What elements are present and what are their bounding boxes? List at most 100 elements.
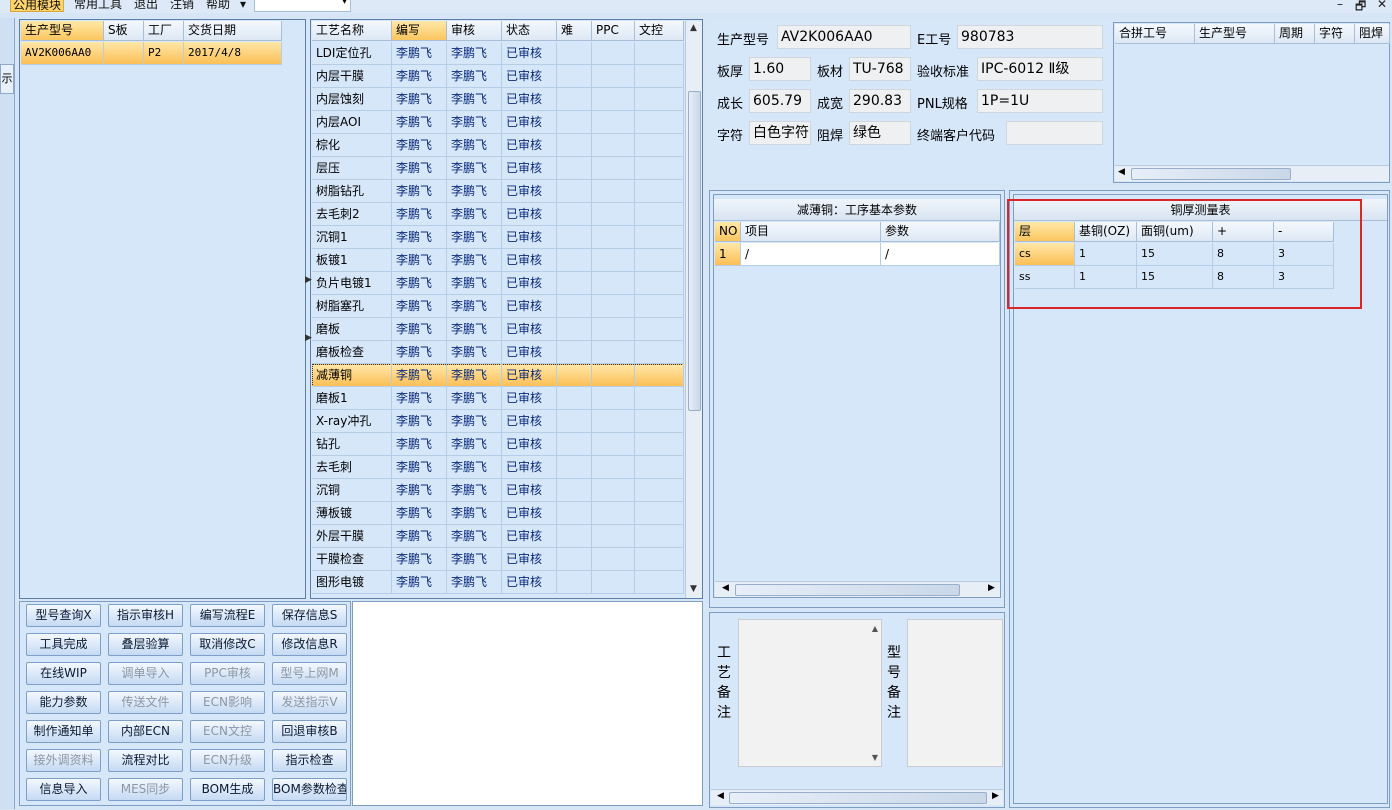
column-header[interactable]: 阻焊 (1355, 24, 1390, 44)
table-cell[interactable]: 1 (715, 243, 741, 266)
table-cell[interactable] (592, 387, 635, 410)
process-table-scrollbar[interactable]: ▲ ▼ (685, 21, 702, 598)
table-cell[interactable]: 李鹏飞 (447, 157, 502, 180)
action-button[interactable]: 在线WIP (26, 662, 101, 685)
table-cell[interactable] (635, 42, 684, 65)
table-cell[interactable] (635, 272, 684, 295)
action-button[interactable]: 型号查询X (26, 604, 101, 627)
scroll-down-icon[interactable]: ▼ (872, 753, 878, 762)
table-cell[interactable]: 已审核 (502, 502, 557, 525)
action-button[interactable]: 发送指示V (272, 691, 347, 714)
table-cell[interactable]: 李鹏飞 (447, 295, 502, 318)
restore-icon[interactable]: 🗗 (1355, 0, 1366, 18)
column-header[interactable]: 状态 (502, 21, 557, 41)
table-cell[interactable]: 李鹏飞 (392, 364, 447, 387)
menu-item[interactable]: 帮助 (204, 0, 232, 12)
scroll-left-icon[interactable]: ◀ (722, 583, 729, 593)
table-cell[interactable] (635, 502, 684, 525)
menu-item[interactable]: 常用工具 (72, 0, 124, 12)
column-header[interactable]: 文控 (635, 21, 684, 41)
table-cell[interactable]: 李鹏飞 (392, 111, 447, 134)
table-cell[interactable]: 李鹏飞 (392, 502, 447, 525)
menu-item[interactable]: 公用模块 (10, 0, 65, 12)
scroll-right-icon[interactable]: ▶ (988, 583, 995, 593)
table-cell[interactable]: 内层干膜 (312, 65, 392, 88)
table-cell[interactable]: 沉铜1 (312, 226, 392, 249)
table-cell[interactable] (557, 272, 592, 295)
table-cell[interactable]: 磨板 (312, 318, 392, 341)
table-cell[interactable]: 李鹏飞 (447, 318, 502, 341)
table-cell[interactable] (592, 410, 635, 433)
column-header[interactable]: 工艺名称 (312, 21, 392, 41)
table-cell[interactable]: X-ray冲孔 (312, 410, 392, 433)
table-cell[interactable]: 李鹏飞 (392, 456, 447, 479)
table-cell[interactable] (635, 456, 684, 479)
action-button[interactable]: 型号上网M (272, 662, 347, 685)
table-cell[interactable] (592, 111, 635, 134)
table-cell[interactable]: 李鹏飞 (447, 111, 502, 134)
table-cell[interactable] (635, 157, 684, 180)
action-button[interactable]: 流程对比 (108, 749, 183, 772)
table-cell[interactable] (557, 456, 592, 479)
table-cell[interactable] (557, 318, 592, 341)
table-cell[interactable] (557, 42, 592, 65)
action-button[interactable]: 编写流程E (190, 604, 265, 627)
splitter-right-icon[interactable]: ▶ (305, 333, 312, 343)
params-hscroll[interactable]: ◀ ▶ (715, 581, 1000, 597)
table-cell[interactable] (635, 65, 684, 88)
table-cell[interactable] (592, 226, 635, 249)
action-button[interactable]: 指示检查 (272, 749, 347, 772)
table-cell[interactable] (592, 249, 635, 272)
customer-field[interactable] (1006, 121, 1103, 145)
table-cell[interactable]: 已审核 (502, 456, 557, 479)
action-button[interactable]: BOM生成 (190, 778, 265, 801)
column-header[interactable]: NO (715, 222, 741, 242)
action-button[interactable]: 传送文件 (108, 691, 183, 714)
table-cell[interactable] (635, 387, 684, 410)
table-cell[interactable] (557, 157, 592, 180)
table-cell[interactable] (557, 65, 592, 88)
table-cell[interactable]: 已审核 (502, 433, 557, 456)
column-header[interactable]: PPC (592, 21, 635, 41)
table-cell[interactable]: 李鹏飞 (392, 433, 447, 456)
table-cell[interactable]: 已审核 (502, 42, 557, 65)
table-cell[interactable]: LDI定位孔 (312, 42, 392, 65)
action-button[interactable]: 调单导入 (108, 662, 183, 685)
table-cell[interactable] (635, 249, 684, 272)
table-cell[interactable]: 李鹏飞 (392, 295, 447, 318)
table-cell[interactable] (557, 364, 592, 387)
table-cell[interactable] (635, 111, 684, 134)
table-cell[interactable] (635, 525, 684, 548)
column-header[interactable]: 周期 (1275, 24, 1315, 44)
module-combo[interactable]: ▾ (254, 0, 351, 12)
table-cell[interactable] (592, 456, 635, 479)
action-button[interactable]: 信息导入 (26, 778, 101, 801)
table-cell[interactable] (557, 433, 592, 456)
scroll-thumb[interactable] (729, 792, 987, 804)
table-cell[interactable] (557, 249, 592, 272)
table-cell[interactable]: 李鹏飞 (392, 387, 447, 410)
table-cell[interactable]: 李鹏飞 (392, 318, 447, 341)
table-cell[interactable]: 李鹏飞 (392, 341, 447, 364)
table-cell[interactable] (557, 88, 592, 111)
table-cell[interactable]: 负片电镀1 (312, 272, 392, 295)
table-cell[interactable]: 李鹏飞 (447, 341, 502, 364)
table-cell[interactable] (592, 134, 635, 157)
table-cell[interactable] (635, 433, 684, 456)
model-remark-textarea[interactable] (907, 619, 1003, 767)
table-cell[interactable] (592, 272, 635, 295)
table-cell[interactable]: 树脂塞孔 (312, 295, 392, 318)
table-cell[interactable]: 已审核 (502, 134, 557, 157)
table-cell[interactable] (557, 548, 592, 571)
table-cell[interactable]: 李鹏飞 (392, 203, 447, 226)
table-cell[interactable]: 已审核 (502, 387, 557, 410)
action-button[interactable]: 能力参数 (26, 691, 101, 714)
table-cell[interactable] (635, 571, 684, 594)
column-header[interactable]: 难 (557, 21, 592, 41)
table-cell[interactable]: 磨板检查 (312, 341, 392, 364)
table-cell[interactable]: 已审核 (502, 249, 557, 272)
remarks-hscroll[interactable]: ◀ ▶ (711, 789, 1003, 805)
table-cell[interactable] (635, 318, 684, 341)
minimize-icon[interactable]: – (1337, 0, 1343, 11)
table-cell[interactable] (592, 433, 635, 456)
